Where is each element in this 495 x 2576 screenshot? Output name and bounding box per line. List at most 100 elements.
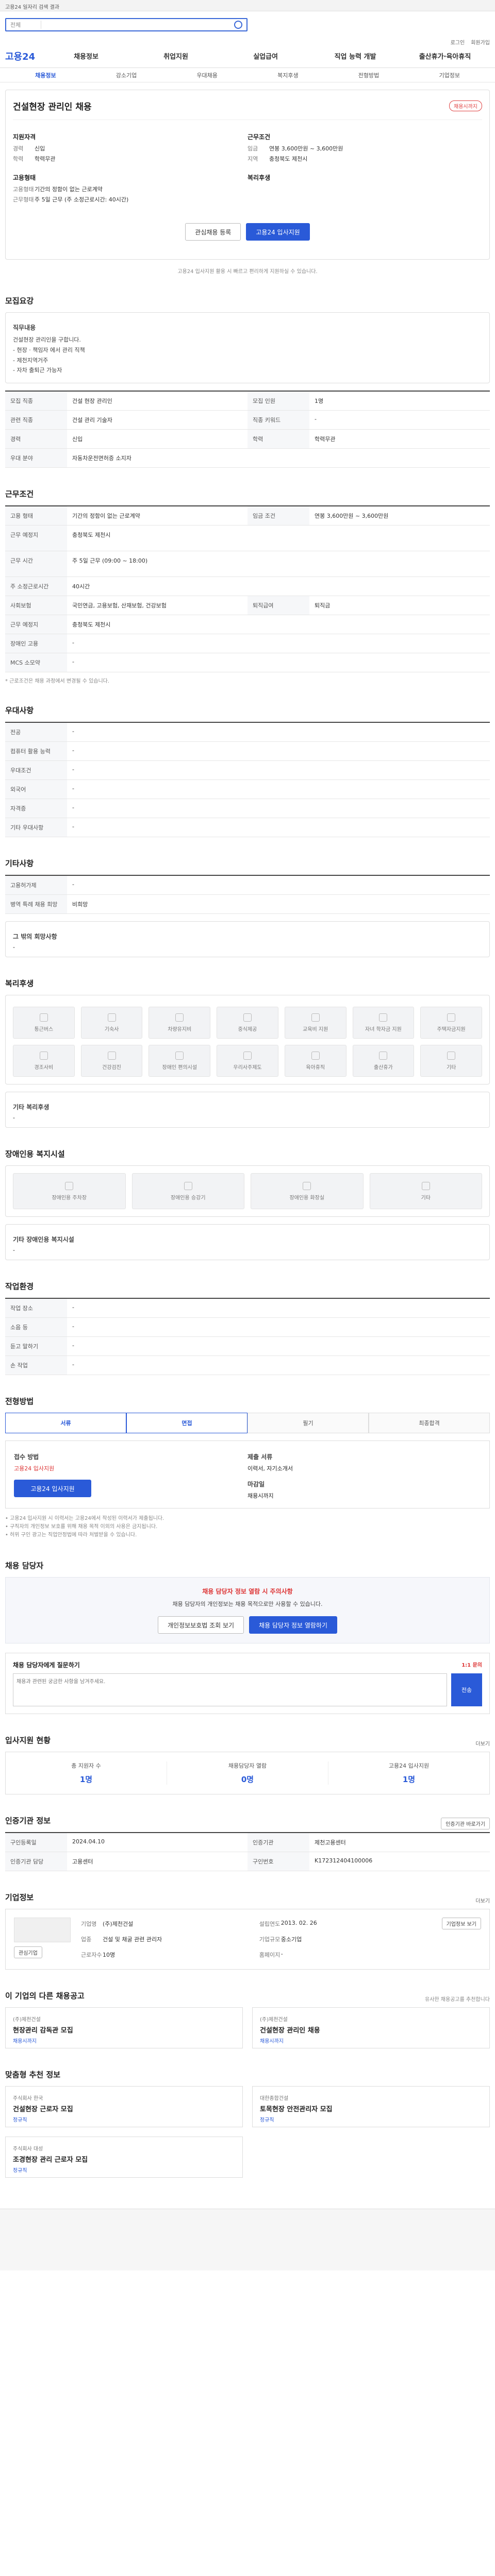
- info-section: 인증기관 정보 인증기관 바로가기 구인등록일 2024.04.10 인증기관 제천고…: [5, 1815, 490, 1872]
- login-link[interactable]: 로그인: [451, 38, 465, 46]
- kv-key: 설립연도: [259, 1921, 280, 1928]
- welfare-item: 장애인 편의시설: [148, 1045, 211, 1077]
- section-title: 인증기관 정보: [5, 1816, 51, 1826]
- desc-title: 직무내용: [13, 324, 36, 331]
- work-section: 작업환경 작업 장소 - 소음 등- 듣고 말하기 - 손 작업 -: [5, 1281, 490, 1376]
- scrap-button[interactable]: 관심채용 등록: [185, 223, 241, 241]
- tab-company[interactable]: 강소기업: [86, 71, 167, 79]
- etc-table: 고용허가제 - 병역 특례 채용 희망 비희망: [5, 875, 490, 914]
- etc-icon: [447, 1051, 456, 1060]
- kv-val: 연봉 3,600만원 ~ 3,600만원: [269, 145, 343, 152]
- table-head: 근무 시간: [5, 551, 67, 577]
- gnb-item[interactable]: 취업지원: [131, 51, 221, 61]
- stats-more-link[interactable]: 더보기: [475, 1739, 490, 1747]
- tab-process[interactable]: 전형방법: [328, 71, 409, 79]
- company-page-button[interactable]: 기업정보 보기: [441, 1918, 481, 1930]
- detail-section: 모집요강 직무내용 건설현장 관리인을 구합니다. - 현장 · 책임자 에서 …: [5, 295, 490, 468]
- cond-table: 고용 형태 기간의 정함이 없는 근로계약 임금 조건 연봉 3,600만원 ~ 3,…: [5, 505, 490, 673]
- warn-line: 허위 구인 광고는 직업안정법에 따라 처벌받을 수 있습니다.: [5, 1531, 490, 1539]
- docs-value: 이력서, 자기소개서: [248, 1465, 293, 1472]
- table-head: 퇴직급여: [248, 596, 309, 615]
- table-head: 근무 예정지: [5, 526, 67, 551]
- table-cell: 건설 현장 관리인: [72, 398, 112, 405]
- footer: [0, 2209, 495, 2271]
- deadline-badge: 채용시까지: [449, 100, 482, 111]
- table-cell: 연봉 3,600만원 ~ 3,600만원: [315, 513, 389, 520]
- apply-now-button[interactable]: 고용24 입사지원: [14, 1480, 91, 1498]
- child-icon: [379, 1013, 388, 1022]
- search-row: 전체: [0, 11, 495, 38]
- tab-info[interactable]: 기업정보: [409, 71, 490, 79]
- kv-key: 지역: [248, 156, 258, 162]
- stats-value: 0명: [241, 1775, 254, 1785]
- stats-label: 채용담당자 열람: [228, 1762, 267, 1770]
- gnb-item[interactable]: 실업급여: [221, 51, 310, 61]
- qa-send-button[interactable]: 전송: [451, 1673, 482, 1707]
- search-icon[interactable]: [234, 21, 242, 29]
- section-title: 맞춤형 추천 정보: [5, 2070, 61, 2080]
- parking-icon: [65, 1181, 74, 1190]
- privacy-button[interactable]: 개인정보보호법 조회 보기: [158, 1616, 244, 1634]
- kv-key: 업종: [81, 1936, 92, 1943]
- tab-pref[interactable]: 우대채용: [167, 71, 248, 79]
- step-item: 면접: [126, 1413, 248, 1434]
- welfare-title: 복리후생: [248, 174, 271, 181]
- desc-line: - 현장 · 책임자 에서 관리 직책: [13, 346, 85, 353]
- section-title: 기업정보: [5, 1893, 34, 1903]
- qa-input[interactable]: [13, 1673, 447, 1707]
- table-head: 임금 조건: [248, 506, 309, 526]
- job-card[interactable]: (주)제천건설 건설현장 관리인 채용 채용시까지: [252, 2007, 490, 2049]
- search-category[interactable]: 전체: [10, 21, 41, 29]
- section-tabs: 채용정보 강소기업 우대채용 복지후생 전형방법 기업정보: [0, 68, 495, 82]
- signup-link[interactable]: 회원가입: [471, 38, 490, 46]
- job-tag: 채용시까지: [260, 2039, 284, 2045]
- kv-key: 기업명: [81, 1921, 97, 1928]
- job-card[interactable]: 주식회사 대성 조경현장 관리 근로자 모집 정규직: [5, 2137, 243, 2178]
- facility-item: 장애인용 화장실: [251, 1173, 364, 1210]
- table-cell: -: [72, 881, 74, 888]
- job-card[interactable]: 대한종합건설 토목현장 안전관리자 모집 정규직: [252, 2086, 490, 2128]
- search-input[interactable]: 전체: [5, 18, 248, 31]
- gift-icon: [39, 1051, 48, 1060]
- view-contact-button[interactable]: 채용 담당자 정보 열람하기: [249, 1616, 337, 1634]
- wheelchair-icon: [175, 1051, 184, 1060]
- disabled-box: 장애인용 주차장 장애인용 승강기 장애인용 화장실 기타: [5, 1165, 490, 1217]
- table-head: 경력: [5, 430, 67, 449]
- apply-button[interactable]: 고용24 입사지원: [246, 223, 310, 241]
- job-card[interactable]: 주식회사 한국 건설현장 근로자 모집 정규직: [5, 2086, 243, 2128]
- logo[interactable]: 고용24: [5, 49, 41, 63]
- follow-company-button[interactable]: 관심기업: [14, 1946, 42, 1959]
- tab-recruit[interactable]: 채용정보: [5, 71, 86, 79]
- kv-key: 기업규모: [259, 1936, 280, 1943]
- gnb-item[interactable]: 출산휴가·육아휴직: [400, 51, 490, 61]
- welfare-box: 통근버스 기숙사 차량유지비 중식제공 교육비 지원 자녀 학자금 지원 주택자…: [5, 995, 490, 1085]
- welfare-label: 주택자금지원: [437, 1026, 466, 1032]
- gnb-item[interactable]: 직업 능력 개발: [310, 51, 400, 61]
- job-tag: 정규직: [260, 2117, 274, 2124]
- stats-value: 1명: [79, 1775, 93, 1785]
- job-company: 주식회사 한국: [13, 2096, 43, 2102]
- disabled-etc-title: 기타 장애인용 복지시설: [13, 1236, 74, 1244]
- gnb-item[interactable]: 채용정보: [41, 51, 131, 61]
- kv-val: 기간의 정함이 없는 근로계약: [35, 186, 103, 193]
- bus-icon: [39, 1013, 48, 1022]
- kv-val: (주)제천건설: [103, 1921, 134, 1928]
- house-icon: [107, 1013, 116, 1022]
- job-card[interactable]: (주)제천건설 현장관리 감독관 모집 채용시까지: [5, 2007, 243, 2049]
- table-head: 학력: [248, 430, 309, 449]
- table-cell: 국민연금, 고용보험, 산재보험, 건강보험: [72, 602, 167, 609]
- health-icon: [107, 1051, 116, 1060]
- kv-val: 10명: [103, 1952, 116, 1959]
- table-head: 작업 장소: [5, 1299, 67, 1318]
- table-cell: 2024.04.10: [72, 1838, 105, 1845]
- agency-link-button[interactable]: 인증기관 바로가기: [441, 1818, 490, 1830]
- table-cell: 학력무관: [315, 436, 336, 443]
- facility-label: 장애인용 주차장: [52, 1195, 87, 1201]
- job-company: (주)제천건설: [13, 2017, 41, 2023]
- table-head: 인증기관 담당: [5, 1852, 67, 1871]
- tab-welfare[interactable]: 복지후생: [248, 71, 328, 79]
- company-more-link[interactable]: 더보기: [475, 1896, 490, 1904]
- job-summary: 건설현장 관리인 채용 채용시까지 지원자격 경력 신입 학력 학력무관 고용형태 …: [5, 90, 490, 260]
- similar-section: 이 기업의 다른 채용공고 유사한 채용공고를 추천합니다 (주)제천건설 현장…: [5, 1990, 490, 2049]
- table-head: 장애인 고용: [5, 634, 67, 653]
